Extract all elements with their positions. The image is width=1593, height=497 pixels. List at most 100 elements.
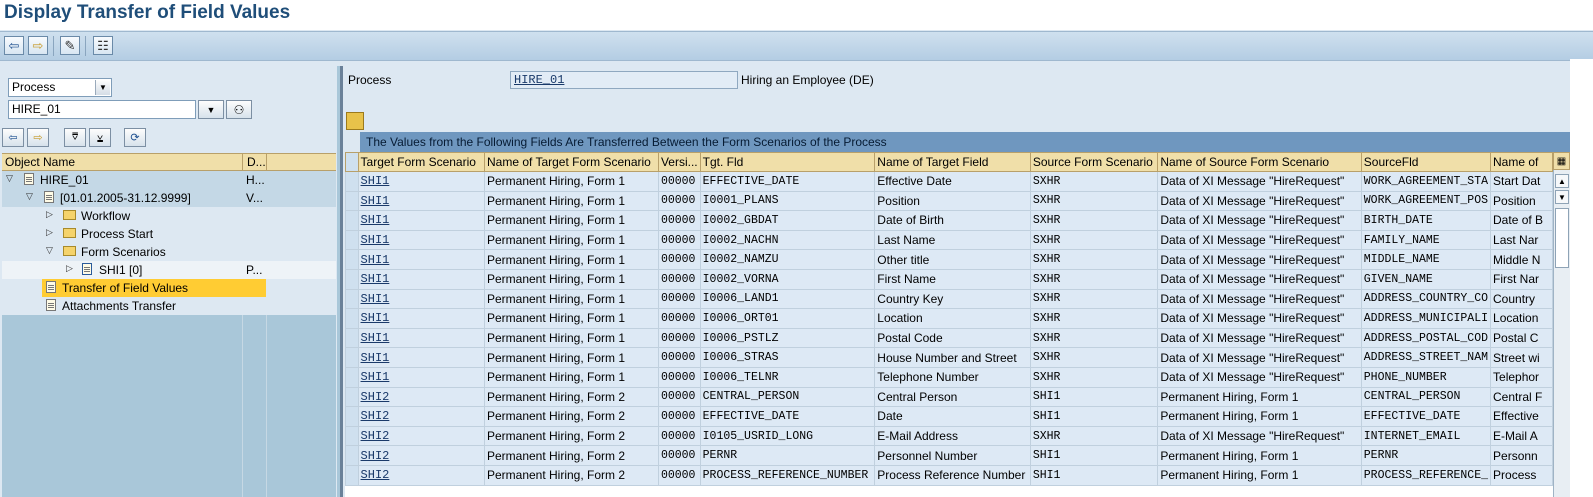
cell-target-form-scenario[interactable]: SHI1 — [357, 268, 485, 290]
col-source-field-name[interactable]: Name of — [1490, 152, 1553, 172]
row-selector[interactable] — [345, 171, 359, 192]
cell-target-form-scenario[interactable]: SHI1 — [357, 190, 485, 212]
cell-source-form-scenario-name: Data of XI Message "HireRequest" — [1157, 308, 1362, 329]
cell-target-form-scenario[interactable]: SHI2 — [357, 445, 485, 466]
cell-version: 00000 — [657, 425, 701, 447]
back-icon[interactable]: ⇦ — [4, 36, 24, 55]
table-row[interactable]: SHI1 Permanent Hiring, Form 1 00000 I0006_L… — [345, 288, 1553, 310]
cell-target-field: PROCESS_REFERENCE_NUMBER — [699, 464, 876, 486]
cell-source-field-name: First Nar — [1490, 268, 1553, 290]
cell-version: 00000 — [657, 366, 701, 388]
process-field[interactable]: HIRE_01 — [510, 71, 738, 89]
display-glasses-button[interactable]: ⚇ — [226, 100, 252, 119]
table-row[interactable]: SHI1 Permanent Hiring, Form 1 00000 EFFECTI… — [345, 171, 1553, 192]
value-help-button[interactable]: ▼ — [198, 100, 224, 119]
table-row[interactable]: SHI2 Permanent Hiring, Form 2 00000 PROCESS… — [345, 464, 1553, 486]
cell-target-form-scenario[interactable]: SHI1 — [357, 366, 485, 388]
tree-node-workflow[interactable]: ▷ Workflow — [2, 207, 336, 225]
row-selector[interactable] — [345, 406, 359, 427]
col-source-field[interactable]: SourceFld — [1360, 152, 1492, 172]
table-row[interactable]: SHI2 Permanent Hiring, Form 2 00000 EFFECTI… — [345, 406, 1553, 427]
table-row[interactable]: SHI1 Permanent Hiring, Form 1 00000 I0006_O… — [345, 308, 1553, 329]
row-selector[interactable] — [345, 347, 359, 368]
table-row[interactable]: SHI1 Permanent Hiring, Form 1 00000 I0002_G… — [345, 210, 1553, 231]
expand-all-button[interactable]: ⩢ — [64, 128, 86, 147]
table-row[interactable]: SHI2 Permanent Hiring, Form 2 00000 CENTRAL… — [345, 386, 1553, 408]
tree-node-shi1[interactable]: ▷ SHI1 [0] P... — [2, 261, 336, 279]
row-selector[interactable] — [345, 386, 359, 408]
cell-target-form-scenario[interactable]: SHI1 — [357, 347, 485, 368]
cell-target-field-name: Telephone Number — [874, 366, 1031, 388]
cell-source-field: ADDRESS_STREET_NAM — [1360, 347, 1492, 368]
cell-target-form-scenario[interactable]: SHI1 — [357, 171, 485, 192]
col-target-form-scenario[interactable]: Target Form Scenario — [357, 152, 485, 172]
cell-target-field: EFFECTIVE_DATE — [699, 406, 876, 427]
row-selector[interactable] — [345, 249, 359, 270]
scroll-thumb[interactable] — [1555, 208, 1569, 268]
grid-toolbar-icon[interactable] — [346, 112, 364, 130]
row-selector[interactable] — [345, 425, 359, 447]
cell-target-field: I0006_ORT01 — [699, 308, 876, 329]
scroll-up-icon[interactable]: ▲ — [1555, 174, 1569, 188]
title-bar: Display Transfer of Field Values — [0, 0, 1593, 30]
cell-target-form-scenario[interactable]: SHI2 — [357, 425, 485, 447]
row-selector[interactable] — [345, 464, 359, 486]
row-selector[interactable] — [345, 327, 359, 349]
edit-icon[interactable]: ✎ — [60, 36, 80, 55]
table-row[interactable]: SHI1 Permanent Hiring, Form 1 00000 I0006_T… — [345, 366, 1553, 388]
cell-target-form-scenario-name: Permanent Hiring, Form 1 — [483, 288, 659, 310]
table-row[interactable]: SHI1 Permanent Hiring, Form 1 00000 I0002_N… — [345, 249, 1553, 270]
row-selector[interactable] — [345, 366, 359, 388]
tree-back-button[interactable]: ⇦ — [2, 128, 24, 147]
forward-icon[interactable]: ⇨ — [28, 36, 48, 55]
tree-node-process[interactable]: ▽ HIRE_01 H... — [2, 171, 336, 189]
cell-target-form-scenario[interactable]: SHI2 — [357, 406, 485, 427]
col-target-form-scenario-name[interactable]: Name of Target Form Scenario — [483, 152, 659, 172]
table-row[interactable]: SHI1 Permanent Hiring, Form 1 00000 I0002_N… — [345, 229, 1553, 251]
tree-node-process-start[interactable]: ▷ Process Start — [2, 225, 336, 243]
tree-node-form-scenarios[interactable]: ▽ Form Scenarios — [2, 243, 336, 261]
cell-target-form-scenario[interactable]: SHI1 — [357, 249, 485, 270]
vertical-scrollbar[interactable]: ▲ ▼ — [1553, 152, 1571, 497]
object-type-select[interactable]: Process ▼ — [8, 78, 112, 97]
row-selector[interactable] — [345, 268, 359, 290]
cell-target-form-scenario[interactable]: SHI2 — [357, 464, 485, 486]
row-selector[interactable] — [345, 210, 359, 231]
column-settings-icon[interactable]: ▦ — [1553, 152, 1570, 170]
cell-target-form-scenario[interactable]: SHI2 — [357, 386, 485, 408]
tree-node-transfer-field-values[interactable]: Transfer of Field Values — [2, 279, 336, 297]
hierarchy-icon[interactable]: ☷ — [93, 36, 113, 55]
cell-target-form-scenario[interactable]: SHI1 — [357, 308, 485, 329]
row-selector-header[interactable] — [345, 152, 359, 172]
cell-target-form-scenario[interactable]: SHI1 — [357, 210, 485, 231]
cell-source-form-scenario-name: Data of XI Message "HireRequest" — [1157, 288, 1362, 310]
row-selector[interactable] — [345, 445, 359, 466]
table-row[interactable]: SHI2 Permanent Hiring, Form 2 00000 I0105_U… — [345, 425, 1553, 447]
row-selector[interactable] — [345, 190, 359, 212]
refresh-button[interactable]: ⟳ — [124, 128, 146, 147]
cell-source-field: WORK_AGREEMENT_POS — [1360, 190, 1492, 212]
cell-target-form-scenario[interactable]: SHI1 — [357, 288, 485, 310]
col-target-field-name[interactable]: Name of Target Field — [874, 152, 1031, 172]
col-source-form-scenario-name[interactable]: Name of Source Form Scenario — [1157, 152, 1362, 172]
object-value-input[interactable]: HIRE_01 — [8, 100, 196, 119]
cell-target-form-scenario[interactable]: SHI1 — [357, 327, 485, 349]
tree-forward-button[interactable]: ⇨ — [27, 128, 49, 147]
tree-node-version[interactable]: ▽ [01.01.2005-31.12.9999] V... — [2, 189, 336, 207]
table-row[interactable]: SHI1 Permanent Hiring, Form 1 00000 I0006_S… — [345, 347, 1553, 368]
tree-node-attachments-transfer[interactable]: Attachments Transfer — [2, 297, 336, 315]
table-row[interactable]: SHI1 Permanent Hiring, Form 1 00000 I0001_P… — [345, 190, 1553, 212]
col-source-form-scenario[interactable]: Source Form Scenario — [1029, 152, 1159, 172]
table-row[interactable]: SHI1 Permanent Hiring, Form 1 00000 I0006_P… — [345, 327, 1553, 349]
col-version[interactable]: Versi... — [657, 152, 701, 172]
col-target-field[interactable]: Tgt. Fld — [699, 152, 876, 172]
row-selector[interactable] — [345, 288, 359, 310]
cell-target-form-scenario[interactable]: SHI1 — [357, 229, 485, 251]
row-selector[interactable] — [345, 229, 359, 251]
scroll-down-icon[interactable]: ▼ — [1555, 190, 1569, 204]
table-row[interactable]: SHI1 Permanent Hiring, Form 1 00000 I0002_V… — [345, 268, 1553, 290]
cell-source-form-scenario: SXHR — [1029, 190, 1159, 212]
table-row[interactable]: SHI2 Permanent Hiring, Form 2 00000 PERNR Pe… — [345, 445, 1553, 466]
collapse-all-button[interactable]: ⩣ — [89, 128, 111, 147]
row-selector[interactable] — [345, 308, 359, 329]
